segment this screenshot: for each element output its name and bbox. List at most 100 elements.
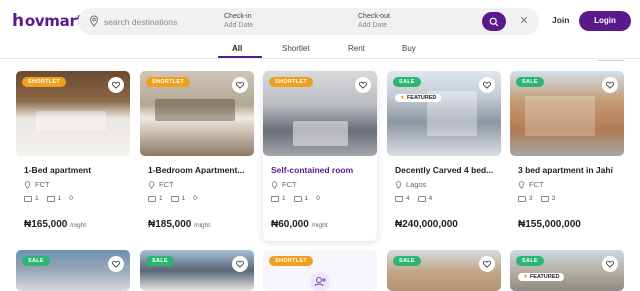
location-pin-icon	[24, 180, 31, 189]
featured-label: FEATURED	[406, 95, 437, 101]
tab-all[interactable]: All	[232, 44, 242, 53]
featured-badge: ★ FEATURED	[395, 94, 442, 102]
location-pin-icon	[518, 180, 525, 189]
shortlet-badge: SHORTLET	[146, 77, 191, 87]
listing-price: ₦155,000,000	[518, 219, 581, 230]
bath-icon	[293, 195, 302, 202]
sale-badge: SALE	[146, 256, 174, 266]
listing-price: ₦60,000 /night	[271, 219, 328, 230]
listing-title[interactable]: Self-contained room	[271, 165, 371, 175]
bed-icon	[24, 195, 32, 202]
photo-detail	[293, 121, 348, 146]
search-icon	[489, 17, 499, 27]
checkin-label: Check-in	[224, 13, 252, 20]
bath-count: 4	[428, 195, 433, 202]
sale-badge: SALE	[22, 256, 50, 266]
close-icon[interactable]: ✕	[518, 15, 530, 27]
scroll-indicator	[598, 60, 624, 61]
toilet-count: 0	[316, 195, 320, 202]
amenities: 3 3	[518, 195, 555, 202]
listing-card[interactable]: SHORTLET	[263, 250, 377, 291]
checkin-value: Add Date	[224, 22, 254, 29]
tab-buy[interactable]: Buy	[402, 44, 416, 53]
login-button[interactable]: Login	[579, 11, 631, 31]
sale-badge: SALE	[516, 256, 544, 266]
photo-detail	[155, 99, 235, 121]
tab-rent[interactable]: Rent	[348, 44, 365, 53]
favorite-button[interactable]	[108, 77, 124, 93]
listing-card[interactable]: SALE	[16, 250, 130, 291]
bath-icon	[540, 195, 549, 202]
bed-count: 4	[406, 195, 410, 202]
search-button[interactable]	[482, 12, 506, 31]
checkout-field[interactable]: Check-out Add Date	[358, 13, 390, 30]
listing-card[interactable]: SHORTLET 1-Bed apartment FCT 1 1 0 ₦165,…	[16, 71, 130, 241]
listing-card[interactable]: SALE ★ FEATURED Decently Carved 4 bed... …	[387, 71, 501, 241]
favorite-button[interactable]	[479, 77, 495, 93]
bed-icon	[395, 195, 403, 202]
shortlet-badge: SHORTLET	[22, 77, 67, 87]
tabs-divider	[0, 58, 640, 59]
listing-card[interactable]: SHORTLET 1-Bedroom Apartment... FCT 1 1 …	[140, 71, 254, 241]
heart-icon	[606, 260, 614, 268]
shortlet-badge: SHORTLET	[269, 77, 314, 87]
listing-title[interactable]: 1-Bed apartment	[24, 165, 124, 175]
heart-icon	[236, 81, 244, 89]
toilet-count: 0	[193, 195, 197, 202]
location-pin-icon	[89, 15, 99, 27]
listing-card[interactable]: SALE 3 bed apartment in Jahi FCT 3 3 ₦15…	[510, 71, 624, 241]
featured-badge: ★ FEATURED	[518, 273, 565, 281]
bed-icon	[148, 195, 156, 202]
bed-icon	[518, 195, 526, 202]
location-text: Lagos	[406, 180, 427, 189]
heart-icon	[112, 260, 120, 268]
join-link[interactable]: Join	[552, 15, 569, 25]
checkin-field[interactable]: Check-in Add Date	[224, 13, 253, 30]
logo[interactable]: h ovmart	[12, 11, 84, 31]
favorite-button[interactable]	[108, 256, 124, 272]
favorite-button[interactable]	[355, 77, 371, 93]
location-pin-icon	[271, 180, 278, 189]
listing-card[interactable]: SALE ★ FEATURED	[510, 250, 624, 291]
favorite-button[interactable]	[602, 256, 618, 272]
price-value: ₦185,000	[148, 219, 192, 230]
shortlet-badge: SHORTLET	[269, 256, 314, 266]
star-icon: ★	[523, 274, 528, 280]
bed-icon	[271, 195, 279, 202]
heart-icon	[359, 81, 367, 89]
logo-mark: h	[12, 11, 24, 31]
location-text: FCT	[529, 180, 544, 189]
listing-location: Lagos	[395, 180, 426, 189]
listing-price: ₦165,000 /night	[24, 219, 86, 230]
sale-badge: SALE	[393, 256, 421, 266]
favorite-button[interactable]	[232, 256, 248, 272]
location-text: FCT	[282, 180, 297, 189]
favorite-button[interactable]	[232, 77, 248, 93]
tab-shortlet[interactable]: Shortlet	[282, 44, 310, 53]
heart-icon	[236, 260, 244, 268]
listing-location: FCT	[148, 180, 174, 189]
checkout-label: Check-out	[358, 13, 390, 20]
listing-card[interactable]: SALE	[140, 250, 254, 291]
search-input[interactable]	[104, 14, 214, 29]
favorite-button[interactable]	[479, 256, 495, 272]
favorite-button[interactable]	[602, 77, 618, 93]
photo-detail	[36, 111, 106, 131]
heart-icon	[483, 81, 491, 89]
checkout-value: Add Date	[358, 22, 388, 29]
listing-card-hovered[interactable]: SHORTLET Self-contained room FCT 1 1 0 ₦…	[263, 71, 377, 241]
location-text: FCT	[159, 180, 174, 189]
listing-title[interactable]: 3 bed apartment in Jahi	[518, 165, 618, 175]
listing-title[interactable]: Decently Carved 4 bed...	[395, 165, 495, 175]
location-pin-icon	[395, 180, 402, 189]
price-period: /night	[311, 222, 328, 229]
bath-count: 1	[57, 195, 62, 202]
bed-count: 1	[159, 195, 163, 202]
listing-card[interactable]: SALE	[387, 250, 501, 291]
logo-text: ovmart	[24, 12, 84, 30]
price-value: ₦155,000,000	[518, 219, 581, 230]
listing-title[interactable]: 1-Bedroom Apartment...	[148, 165, 248, 175]
bath-count: 3	[551, 195, 556, 202]
search-bar: Check-in Add Date Check-out Add Date ✕	[78, 8, 539, 35]
price-period: /night	[70, 222, 87, 229]
